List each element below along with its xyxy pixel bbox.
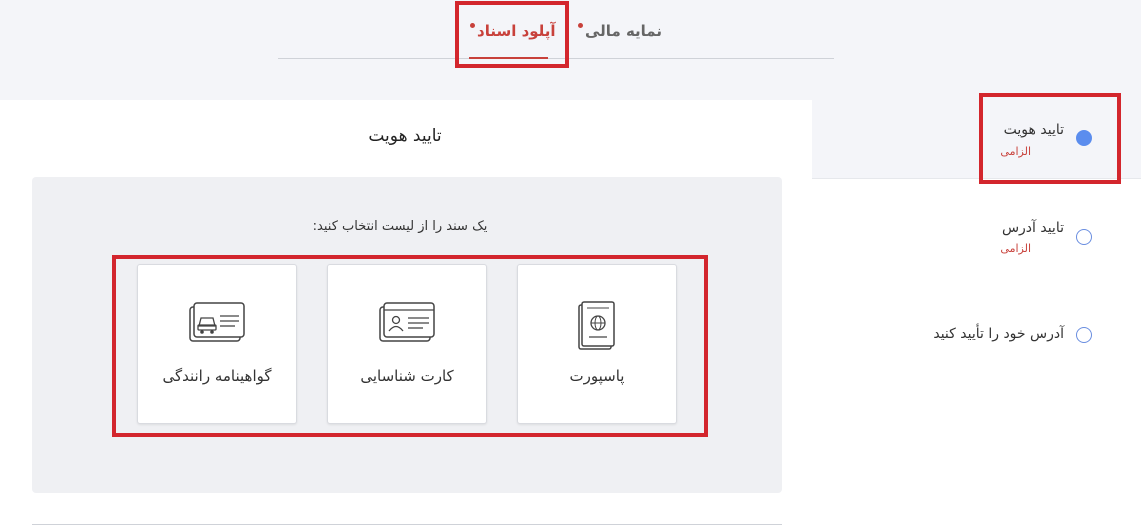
tab-label: نمایه مالی [585, 22, 662, 40]
tab-financial-profile[interactable]: نمایه مالی [578, 22, 662, 40]
steps-panel [812, 178, 1141, 527]
required-dot-icon [578, 23, 583, 28]
required-label: الزامی [1000, 242, 1031, 255]
highlight-box-tab [455, 1, 569, 68]
step-title: آدرس خود را تأیید کنید [933, 326, 1064, 342]
section-title: تایید هویت [368, 126, 442, 146]
step-radio[interactable] [1076, 327, 1092, 343]
bottom-divider [32, 524, 782, 525]
instruction-text: یک سند را از لیست انتخاب کنید: [312, 219, 488, 234]
highlight-box-documents [112, 255, 708, 437]
highlight-box-step [979, 93, 1121, 184]
step-title: تایید آدرس [1001, 220, 1064, 236]
step-radio[interactable] [1076, 229, 1092, 245]
